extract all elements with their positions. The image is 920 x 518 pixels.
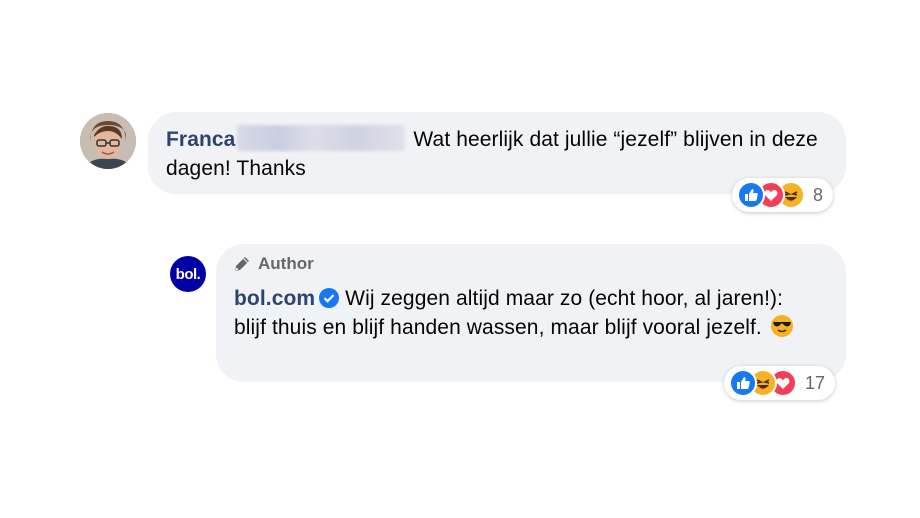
avatar-bolcom[interactable]: bol. bbox=[170, 256, 206, 292]
comment-author-name[interactable]: Franca bbox=[166, 128, 235, 151]
reaction-count: 8 bbox=[813, 184, 824, 205]
like-icon bbox=[729, 369, 757, 397]
verified-badge-icon bbox=[319, 288, 340, 308]
pen-icon bbox=[235, 257, 249, 271]
comment-reactions[interactable]: 8 bbox=[732, 178, 834, 212]
comment-text: Franca Wat heerlijk dat jullie “jezelf” … bbox=[166, 125, 828, 183]
reaction-count: 17 bbox=[805, 372, 826, 393]
reply-author-name[interactable]: bol.com bbox=[234, 287, 315, 310]
reply-body: Wij zeggen altijd maar zo (echt hoor, al… bbox=[234, 287, 784, 339]
like-icon bbox=[737, 181, 765, 209]
bolcom-logo: bol. bbox=[175, 265, 201, 283]
avatar-franca[interactable] bbox=[80, 113, 136, 169]
redacted-surname bbox=[237, 125, 406, 151]
reply-reactions[interactable]: 17 bbox=[724, 366, 836, 400]
sunglasses-emoji bbox=[770, 314, 794, 338]
reply-text: bol.com Wij zeggen altijd maar zo (echt … bbox=[234, 284, 814, 342]
author-badge-label: Author bbox=[258, 254, 314, 273]
author-badge: Author bbox=[232, 254, 314, 274]
